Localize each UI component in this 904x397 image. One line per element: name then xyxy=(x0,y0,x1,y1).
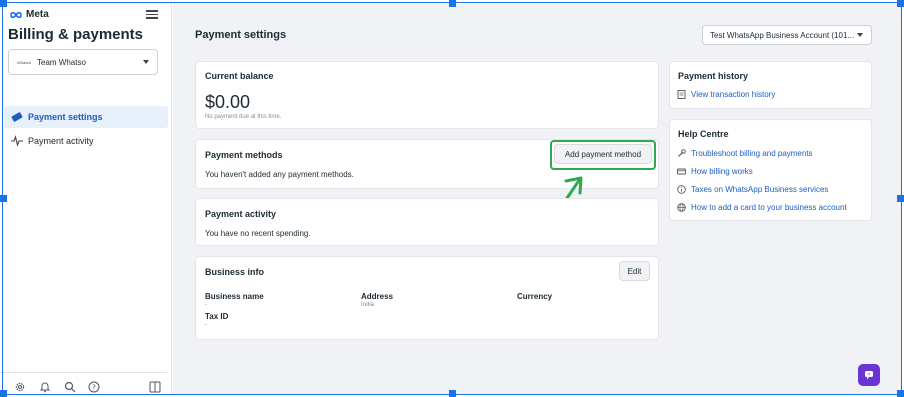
chat-bubble-icon xyxy=(865,371,873,380)
business-name-value: - xyxy=(205,302,207,308)
business-account-select-value: Test WhatsApp Business Account (101... xyxy=(710,30,855,40)
help-icon[interactable]: ? xyxy=(88,380,100,393)
resize-handle-top-left[interactable] xyxy=(0,0,7,7)
info-icon xyxy=(677,185,686,194)
help-link-troubleshoot[interactable]: Troubleshoot billing and payments xyxy=(677,149,813,158)
card-title: Payment activity xyxy=(205,209,277,219)
link-label: Troubleshoot billing and payments xyxy=(691,149,813,158)
link-label: How billing works xyxy=(691,167,753,176)
card-title: Help Centre xyxy=(678,129,729,139)
help-link-taxes[interactable]: Taxes on WhatsApp Business services xyxy=(677,185,828,194)
wrench-icon xyxy=(678,149,686,157)
account-select[interactable]: WhatsA Team Whatso xyxy=(8,49,158,75)
card-title: Payment history xyxy=(678,71,749,81)
meta-infinity-icon xyxy=(10,11,22,18)
help-link-add-card[interactable]: How to add a card to your business accou… xyxy=(677,203,847,212)
resize-handle-bottom-right[interactable] xyxy=(897,390,904,397)
link-label: How to add a card to your business accou… xyxy=(691,203,847,212)
card-title: Business info xyxy=(205,267,265,277)
current-balance-card: Current balance $0.00 No payment due at … xyxy=(195,61,659,129)
resize-handle-left[interactable] xyxy=(0,195,7,202)
resize-handle-bottom-left[interactable] xyxy=(0,390,7,397)
sidebar-item-payment-activity[interactable]: Payment activity xyxy=(4,130,168,152)
payment-methods-empty-text: You haven't added any payment methods. xyxy=(205,170,354,179)
payment-card-icon xyxy=(11,112,23,122)
card-icon xyxy=(677,168,686,175)
caret-down-icon xyxy=(143,60,149,64)
balance-amount: $0.00 xyxy=(205,92,251,112)
gear-icon[interactable] xyxy=(14,380,26,392)
meta-logo-text: Meta xyxy=(26,9,49,20)
caret-down-icon xyxy=(857,33,863,37)
tax-id-label: Tax ID xyxy=(205,312,229,321)
chat-support-button[interactable] xyxy=(858,364,880,386)
account-select-value: Team Whatso xyxy=(37,57,86,67)
resize-handle-bottom[interactable] xyxy=(449,390,456,397)
sidebar-item-payment-settings[interactable]: Payment settings xyxy=(4,106,168,128)
resize-handle-top-right[interactable] xyxy=(897,0,904,7)
help-link-billing-works[interactable]: How billing works xyxy=(677,167,753,176)
payment-activity-empty-text: You have no recent spending. xyxy=(205,229,311,238)
hamburger-menu-icon[interactable] xyxy=(146,8,158,20)
business-account-select[interactable]: Test WhatsApp Business Account (101... xyxy=(702,25,872,45)
edit-business-info-button[interactable]: Edit xyxy=(619,261,650,281)
link-label: View transaction history xyxy=(691,90,776,99)
payment-activity-card: Payment activity You have no recent spen… xyxy=(195,198,659,246)
svg-text:?: ? xyxy=(92,384,96,392)
activity-pulse-icon xyxy=(11,135,23,147)
resize-handle-top[interactable] xyxy=(449,0,456,7)
page-title: Payment settings xyxy=(195,29,287,41)
tax-id-value: - xyxy=(205,322,207,328)
sidebar-footer-divider xyxy=(0,372,167,373)
card-title: Payment methods xyxy=(205,150,283,160)
link-label: Taxes on WhatsApp Business services xyxy=(691,185,829,194)
sidebar-item-label: Payment activity xyxy=(28,136,94,146)
receipt-icon xyxy=(677,90,686,99)
business-info-card: Business info Business name - Address In… xyxy=(195,256,659,340)
balance-note: No payment due at this time. xyxy=(205,114,282,120)
card-title: Current balance xyxy=(205,71,274,81)
address-value: India xyxy=(361,302,375,308)
business-name-label: Business name xyxy=(205,292,264,301)
currency-label: Currency xyxy=(517,292,553,301)
account-logo: WhatsA xyxy=(17,59,32,65)
view-transaction-history-link[interactable]: View transaction history xyxy=(677,90,775,99)
sidebar-item-label: Payment settings xyxy=(28,112,103,122)
payment-history-card: Payment history xyxy=(669,61,872,109)
bell-icon[interactable] xyxy=(39,380,51,393)
highlight-box xyxy=(550,140,656,170)
sidebar-title: Billing & payments xyxy=(8,26,144,43)
globe-icon xyxy=(677,203,686,212)
meta-logo: Meta xyxy=(9,9,49,20)
screenshot-frame: Meta Billing & payments WhatsA Team What… xyxy=(0,0,904,397)
resize-handle-right[interactable] xyxy=(897,195,904,202)
address-label: Address xyxy=(361,292,394,301)
search-icon[interactable] xyxy=(64,380,76,393)
panel-toggle-icon[interactable] xyxy=(149,380,161,393)
